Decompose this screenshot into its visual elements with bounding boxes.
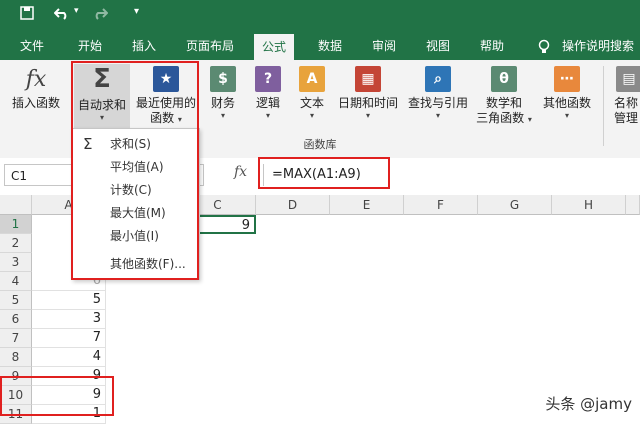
math-dropdown-icon: ▾ bbox=[527, 115, 532, 124]
magnifier-icon: ⌕ bbox=[425, 66, 451, 92]
math-trig-button[interactable]: θ 数学和 三角函数 ▾ bbox=[472, 66, 536, 127]
finance-icon: $ bbox=[210, 66, 236, 92]
math-label-1: 数学和 bbox=[485, 96, 522, 110]
text-a-icon: A bbox=[299, 66, 325, 92]
save-icon[interactable] bbox=[20, 6, 34, 24]
name-manager-icon: ▤ bbox=[616, 66, 640, 92]
ribbon-divider bbox=[603, 66, 604, 146]
redo-icon[interactable] bbox=[92, 6, 109, 24]
tab-formulas[interactable]: 公式 bbox=[254, 34, 295, 60]
row-header-5[interactable]: 5 bbox=[0, 291, 32, 310]
tell-me-search[interactable]: 操作说明搜索 bbox=[562, 32, 634, 60]
row-header-7[interactable]: 7 bbox=[0, 329, 32, 348]
customize-icon[interactable]: ▾ bbox=[134, 6, 139, 17]
theta-icon: θ bbox=[491, 66, 517, 92]
text-button[interactable]: A 文本 ▾ bbox=[294, 66, 330, 120]
tab-file[interactable]: 文件 bbox=[20, 32, 44, 60]
ribbon-tabs: 文件 开始 插入 页面布局 公式 数据 审阅 视图 帮助 操作说明搜索 bbox=[0, 32, 640, 60]
row-header-3[interactable]: 3 bbox=[0, 253, 32, 272]
select-all-corner[interactable] bbox=[0, 195, 32, 215]
tab-home[interactable]: 开始 bbox=[78, 32, 102, 60]
title-bar: ▾ ▾ bbox=[0, 0, 640, 32]
col-header-overflow bbox=[626, 195, 640, 215]
col-header-f[interactable]: F bbox=[404, 195, 478, 215]
col-header-g[interactable]: G bbox=[478, 195, 552, 215]
cell-a7[interactable]: 7 bbox=[32, 329, 106, 348]
highlight-rows-10-11 bbox=[0, 376, 114, 416]
col-header-h[interactable]: H bbox=[552, 195, 626, 215]
text-label: 文本 bbox=[299, 96, 324, 110]
math-label-2: 三角函数 bbox=[476, 111, 525, 125]
name-manager-label-1: 名称 bbox=[614, 96, 639, 110]
finance-button[interactable]: $ 财务 ▾ bbox=[204, 66, 242, 120]
logic-label: 逻辑 bbox=[255, 96, 280, 110]
tab-data[interactable]: 数据 bbox=[318, 32, 342, 60]
datetime-label: 日期和时间 bbox=[337, 96, 398, 110]
finance-dropdown-icon: ▾ bbox=[220, 111, 225, 120]
tab-review[interactable]: 审阅 bbox=[372, 32, 396, 60]
row-header-1[interactable]: 1 bbox=[0, 215, 32, 234]
row-header-6[interactable]: 6 bbox=[0, 310, 32, 329]
lookup-button[interactable]: ⌕ 查找与引用 ▾ bbox=[404, 66, 472, 120]
row-header-4[interactable]: 4 bbox=[0, 272, 32, 291]
name-manager-label-2: 管理 bbox=[614, 111, 639, 125]
fx-icon: fx bbox=[25, 66, 47, 92]
col-header-e[interactable]: E bbox=[330, 195, 404, 215]
more-functions-button[interactable]: ⋯ 其他函数 ▾ bbox=[538, 66, 596, 120]
cell-a8[interactable]: 4 bbox=[32, 348, 106, 367]
col-header-d[interactable]: D bbox=[256, 195, 330, 215]
more-functions-icon: ⋯ bbox=[554, 66, 580, 92]
tab-view[interactable]: 视图 bbox=[426, 32, 450, 60]
lookup-label: 查找与引用 bbox=[407, 96, 468, 110]
more-dropdown-icon: ▾ bbox=[564, 111, 569, 120]
highlight-formula bbox=[258, 157, 390, 189]
finance-label: 财务 bbox=[210, 96, 235, 110]
cell-a5[interactable]: 5 bbox=[32, 291, 106, 310]
text-dropdown-icon: ▾ bbox=[309, 111, 314, 120]
datetime-button[interactable]: ▦ 日期和时间 ▾ bbox=[334, 66, 402, 120]
undo-dropdown-icon[interactable]: ▾ bbox=[74, 6, 79, 16]
row-header-2[interactable]: 2 bbox=[0, 234, 32, 253]
logic-button[interactable]: ? 逻辑 ▾ bbox=[250, 66, 286, 120]
tab-insert[interactable]: 插入 bbox=[132, 32, 156, 60]
name-manager-button[interactable]: ▤ 名称 管理 bbox=[608, 66, 640, 126]
calendar-icon: ▦ bbox=[355, 66, 381, 92]
question-icon: ? bbox=[255, 66, 281, 92]
row-header-8[interactable]: 8 bbox=[0, 348, 32, 367]
lightbulb-icon[interactable] bbox=[538, 32, 550, 60]
insert-function-button[interactable]: fx 插入函数 bbox=[8, 66, 64, 111]
cell-a6[interactable]: 3 bbox=[32, 310, 106, 329]
more-functions-label: 其他函数 bbox=[542, 96, 591, 110]
logic-dropdown-icon: ▾ bbox=[265, 111, 270, 120]
undo-icon[interactable] bbox=[53, 6, 70, 24]
lookup-dropdown-icon: ▾ bbox=[435, 111, 440, 120]
insert-function-label: 插入函数 bbox=[11, 96, 60, 110]
watermark: 头条 @jamy bbox=[545, 395, 632, 413]
highlight-autosum bbox=[71, 61, 199, 280]
datetime-dropdown-icon: ▾ bbox=[365, 111, 370, 120]
tab-page-layout[interactable]: 页面布局 bbox=[186, 32, 234, 60]
fx-button[interactable]: fx bbox=[234, 164, 247, 180]
tab-help[interactable]: 帮助 bbox=[480, 32, 504, 60]
